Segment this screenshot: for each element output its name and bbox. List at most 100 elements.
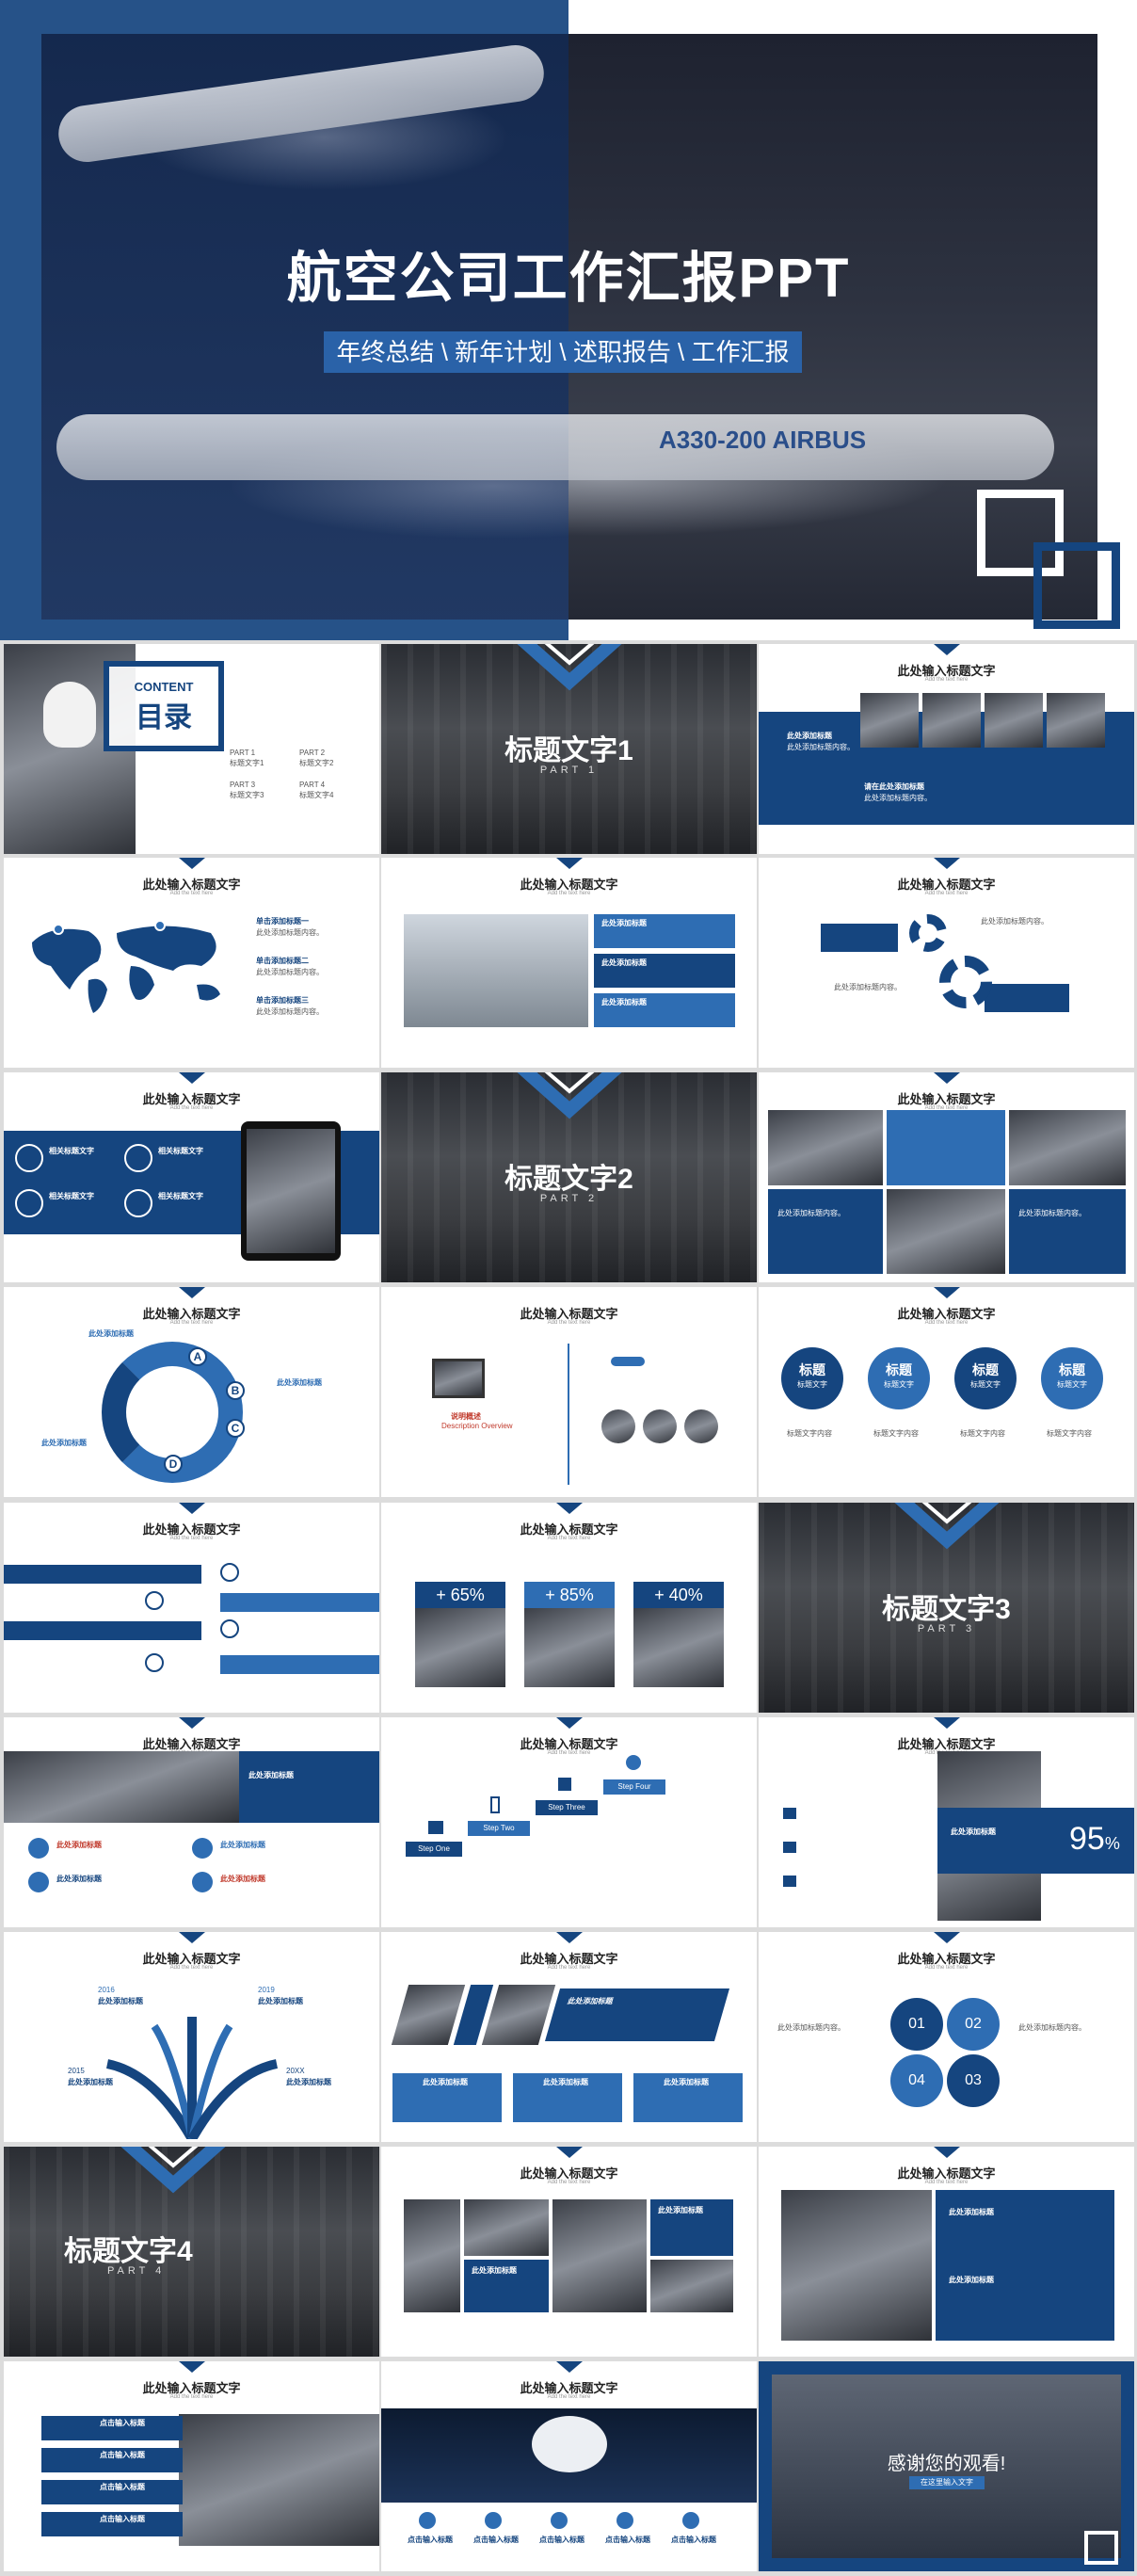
top-marker [556,2147,583,2158]
banner-text-box: 此处添加标题 [239,1751,379,1823]
slide-subtitle: Add the text here [924,1320,969,1326]
feature-title-4: 相关标题文字 [158,1192,203,1200]
photo-1 [768,1110,883,1185]
download-icon [783,1876,796,1887]
step-three: Step Three [536,1800,598,1815]
phone-icon [490,1796,500,1813]
users-icon [220,1619,239,1638]
top-marker [556,1932,583,1943]
top-marker [179,858,205,869]
section-slide-2: 标题文字2 PART 2 [381,1072,757,1282]
toc-item-2[interactable]: PART 2 标题文字2 [299,748,333,768]
send-icon [28,1872,49,1892]
capsule-slide: 此处输入标题文字 Add the text here 点击输入标题 点击输入标题… [381,2361,757,2571]
chevron-decor [517,644,622,691]
photo-4 [1047,693,1105,748]
toc-item-1[interactable]: PART 1 标题文字1 [230,748,264,768]
arrow-bar-2 [220,1593,379,1612]
bank-icon [220,1563,239,1582]
circle-item-2: 标题 标题文字 [868,1347,930,1409]
ring-label-c: C [226,1419,245,1438]
info-box-3: 此处添加标题 [633,2073,743,2122]
pct-box-3: + 40% [633,1582,724,1608]
feature-label: 此处添加标题 [56,1875,102,1883]
showroom-photo [781,2190,932,2341]
photo-2 [1009,1110,1126,1185]
thanks-subtitle: 在这里输入文字 [909,2476,985,2489]
money-icon [15,1189,43,1217]
pct-photo-3 [633,1608,724,1687]
top-marker [934,1072,960,1084]
send-icon [617,2512,633,2529]
bank-icon [15,1144,43,1172]
section-slide-4: 标题文字4 PART 4 [4,2147,379,2357]
list-box-2: 此处添加标题 [594,954,735,988]
collage-text-box-2: 此处添加标题 [650,2199,733,2256]
top-marker [556,858,583,869]
map-slide: 此处输入标题文字 Add the text here 单击添加标题一 此处添加标… [4,858,379,1068]
collage-photo-1 [404,2199,460,2312]
puzzle-02: 02 [947,1998,1000,2051]
slide-subtitle: Add the text here [169,891,214,896]
gear-label-2 [985,984,1069,1012]
icons-tablet-slide: 此处输入标题文字 Add the text here 相关标题文字 相关标题文字… [4,1072,379,1282]
fountain-label: 此处添加标题 [258,1997,303,2005]
skew-photo-1 [391,1985,466,2045]
map-pin-icon [154,920,166,931]
ring-label-b: B [226,1381,245,1400]
toc-item-3[interactable]: PART 3 标题文字3 [230,780,264,800]
slide-subtitle: Add the text here [547,1536,591,1541]
blue-tile-2: 此处添加标题内容。 [768,1189,883,1274]
showroom-slide: 此处输入标题文字 Add the text here 此处添加标题 此处添加标题 [759,2147,1134,2357]
banner-photo [4,1751,239,1823]
photo-2 [922,693,981,748]
circle-content-4: 标题文字内容 [1047,1429,1092,1438]
user-icon [192,1838,213,1859]
circle-photo-2 [643,1409,677,1443]
collage-photo-2 [464,2199,549,2256]
block-heading-2: 请在此处添加标题 [864,782,924,791]
list-box-3: 此处添加标题 [594,993,735,1027]
list-row-4: 点击输入标题 [41,2512,183,2536]
gear-label-1 [821,924,898,952]
gear-text: 此处添加标题内容。 [834,983,902,991]
slide-subtitle: Add the text here [169,1965,214,1971]
gear-icon [909,914,947,952]
top-marker [934,858,960,869]
desc-subtitle: Description Overview [441,1422,513,1430]
slide-subtitle: Add the text here [547,891,591,896]
cover-frame-blue [1033,542,1120,629]
abcd-slide: 此处输入标题文字 Add the text here A B C D 此处添加标… [4,1287,379,1497]
overview-slide: 此处输入标题文字 Add the text here 说明概述 Descript… [381,1287,757,1497]
plane-livery-text: A330-200 AIRBUS [659,426,867,454]
toc-item-4[interactable]: PART 4 标题文字4 [299,780,333,800]
circle-content-3: 标题文字内容 [960,1429,1005,1438]
top-marker [556,1717,583,1729]
slide-subtitle: Add the text here [547,1320,591,1326]
circle-content-1: 标题文字内容 [787,1429,832,1438]
map-item-text: 此处添加标题内容。 [256,968,324,976]
airport-slide: 此处输入标题文字 Add the text here 此处添加标题 此处添加标题… [381,858,757,1068]
content-slide-photos: 此处输入标题文字 Add the text here 此处添加标题 此处添加标题… [759,644,1134,854]
percent-box: 此处添加标题 95% [937,1808,1134,1874]
cover-slide: A330-200 AIRBUS 航空公司工作汇报PPT 年终总结 \ 新年计划 … [0,0,1137,640]
feature-title-2: 相关标题文字 [158,1147,203,1155]
section-title: 标题文字4 [64,2236,193,2267]
pct-box-1: + 65% [415,1582,505,1608]
blue-tile-3: 此处添加标题内容。 [1009,1189,1126,1274]
photo-grid-slide: 此处输入标题文字 Add the text here 此处添加标题内容。 此处添… [759,1072,1134,1282]
circle-photo-1 [601,1409,635,1443]
map-item-text: 此处添加标题内容。 [256,928,324,937]
fountain-label: 此处添加标题 [286,2078,331,2086]
circles-slide: 此处输入标题文字 Add the text here 标题 标题文字 标题 标题文字… [759,1287,1134,1497]
year-2016: 2016 [98,1986,115,1994]
block-heading: 此处添加标题 [787,732,832,740]
fountain-graphic [105,2017,279,2139]
step-four: Step Four [603,1779,665,1795]
step-one: Step One [406,1842,462,1857]
circle-content-2: 标题文字内容 [873,1429,919,1438]
feature-label: 此处添加标题 [56,1841,102,1849]
collage-photo-3 [552,2199,647,2312]
handshake-icon [124,1189,152,1217]
top-marker [934,2147,960,2158]
